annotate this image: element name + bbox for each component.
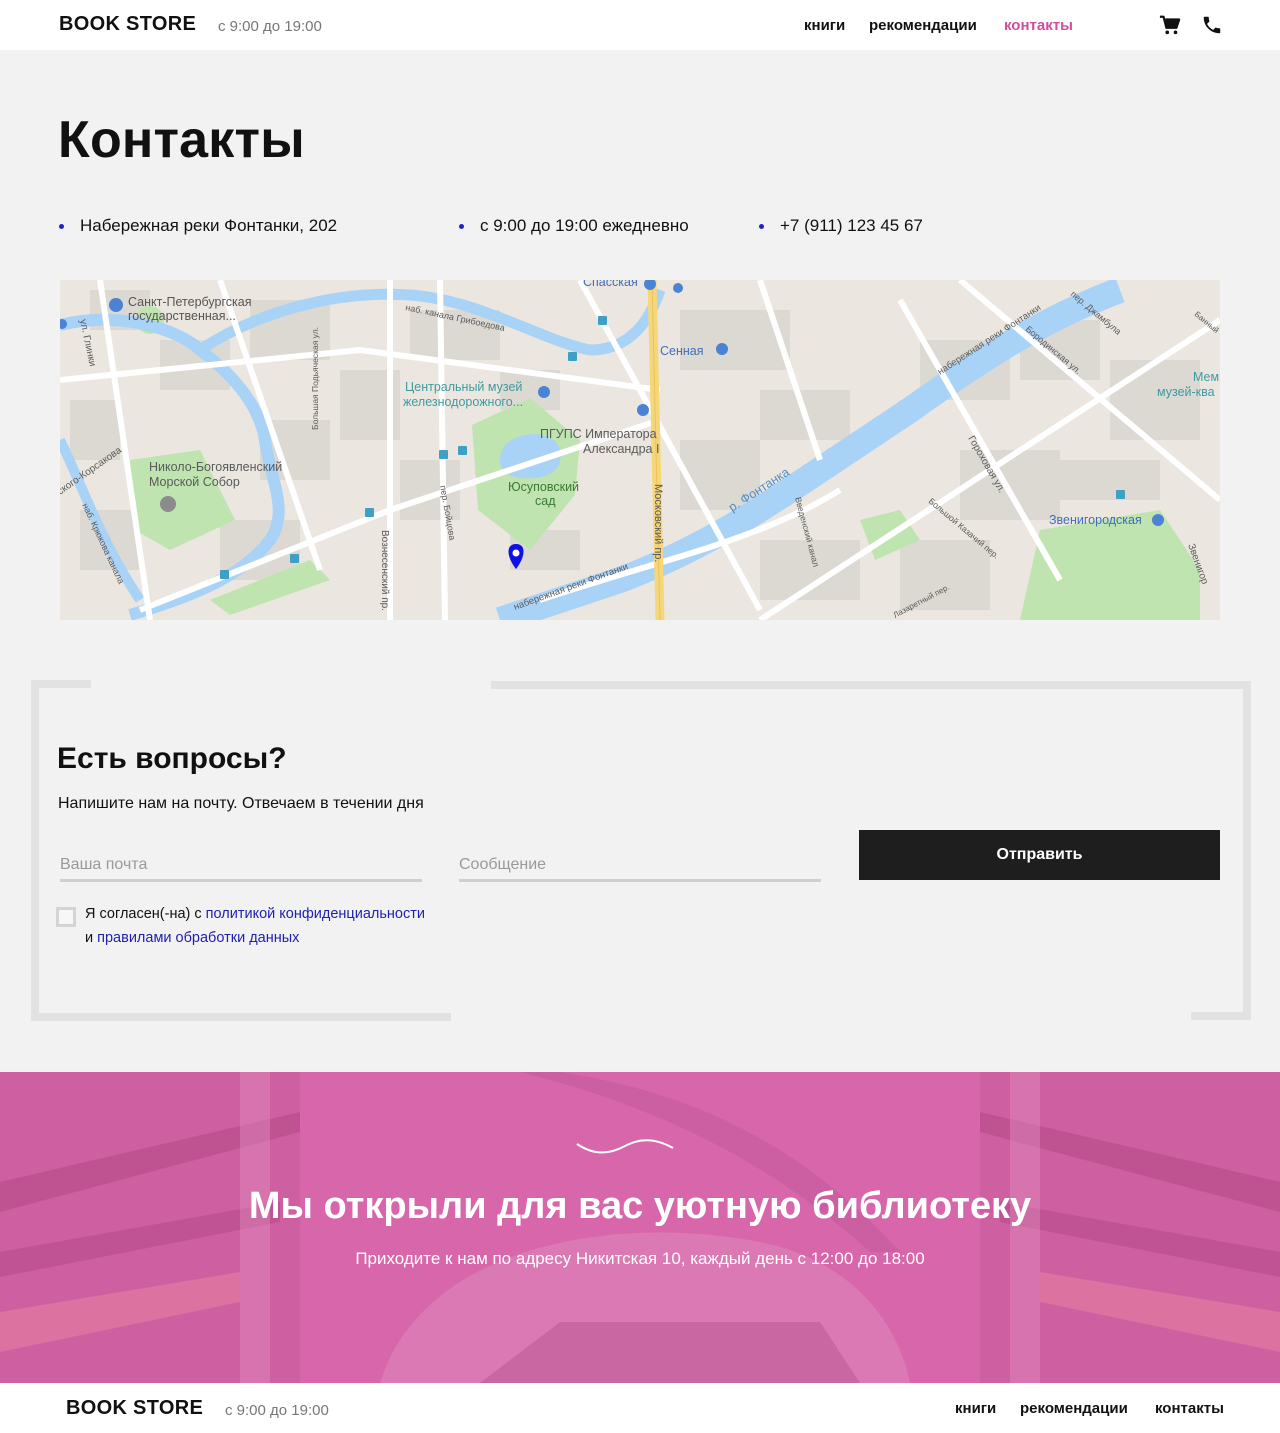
phone-icon[interactable] xyxy=(1201,14,1223,36)
submit-button[interactable]: Отправить xyxy=(859,830,1220,880)
message-field[interactable] xyxy=(459,854,821,882)
consent-line-1: Я согласен(-на) с политикой конфиденциал… xyxy=(85,906,425,922)
data-rules-link[interactable]: правилами обработки данных xyxy=(97,930,299,946)
banner-subtitle: Приходите к нам по адресу Никитская 10, … xyxy=(355,1249,925,1268)
banner-title: Мы открыли для вас уютную библиотеку xyxy=(248,1185,1032,1227)
privacy-policy-link[interactable]: политикой конфиденциальности xyxy=(206,906,425,922)
map-label: ПГУПС Императора xyxy=(540,427,657,441)
map-label: Центральный музей xyxy=(405,380,522,394)
card-frame-edge xyxy=(1243,681,1251,1020)
nav-books[interactable]: книги xyxy=(804,17,845,34)
nav-recommendations[interactable]: рекомендации xyxy=(869,17,977,34)
consent-checkbox[interactable] xyxy=(56,907,76,927)
bullet-dot xyxy=(459,224,464,229)
working-hours: с 9:00 до 19:00 xyxy=(218,18,322,35)
map-label: Сенная xyxy=(660,344,704,358)
site-footer: BOOK STORE с 9:00 до 19:00 книги рекомен… xyxy=(0,1383,1280,1433)
contact-hours: с 9:00 до 19:00 ежедневно xyxy=(480,216,689,235)
cart-icon[interactable] xyxy=(1159,14,1181,36)
map-label: государственная... xyxy=(128,309,236,323)
map-label: Большая Подьяческая ул. xyxy=(310,327,320,430)
consent-line-2: и правилами обработки данных xyxy=(85,930,299,946)
map-label: музей-ква xyxy=(1157,385,1215,399)
email-field[interactable] xyxy=(60,854,422,882)
map-label: Мем xyxy=(1193,370,1219,384)
map-label: Звенигородская xyxy=(1049,513,1142,527)
questions-title: Есть вопросы? xyxy=(57,742,287,775)
contact-address: Набережная реки Фонтанки, 202 xyxy=(80,216,338,235)
nav-contacts[interactable]: контакты xyxy=(1004,17,1073,34)
map-label: железнодорожного... xyxy=(403,395,523,409)
site-header: BOOK STORE с 9:00 до 19:00 книги рекомен… xyxy=(0,0,1280,50)
logo[interactable]: BOOK STORE xyxy=(59,13,196,36)
map-label: Александра I xyxy=(583,442,659,456)
questions-subtitle: Напишите нам на почту. Отвечаем в течени… xyxy=(58,795,424,812)
footer-nav-recommendations[interactable]: рекомендации xyxy=(1020,1400,1128,1417)
card-frame-edge xyxy=(491,681,1251,689)
map-label: Московский пр. xyxy=(652,484,664,562)
map-label: сад xyxy=(535,494,556,508)
wave-divider-icon xyxy=(576,1139,674,1154)
footer-nav-books[interactable]: книги xyxy=(955,1400,996,1417)
contact-phone[interactable]: +7 (911) 123 45 67 xyxy=(780,216,923,236)
consent-text: Я согласен(-на) с xyxy=(85,906,206,922)
map-label: Юсуповский xyxy=(508,480,579,494)
card-frame-edge xyxy=(31,1013,451,1021)
bullet-dot xyxy=(759,224,764,229)
card-frame-edge xyxy=(1191,1012,1251,1020)
footer-working-hours: с 9:00 до 19:00 xyxy=(225,1402,329,1419)
map-label: Николо-Богоявленский xyxy=(149,460,282,474)
footer-nav-contacts[interactable]: контакты xyxy=(1155,1400,1224,1417)
card-frame-edge xyxy=(31,680,91,688)
footer-logo[interactable]: BOOK STORE xyxy=(66,1397,203,1420)
map-label: Санкт-Петербургская xyxy=(128,295,251,309)
map-label: Морской Собор xyxy=(149,475,240,489)
consent-text: и xyxy=(85,930,98,946)
location-map[interactable]: Спасская Санкт-Петербургская государстве… xyxy=(60,280,1220,620)
bullet-dot xyxy=(59,224,64,229)
card-frame-edge xyxy=(31,680,39,1021)
page-title: Контакты xyxy=(58,111,305,169)
map-label: Спасская xyxy=(583,280,638,289)
map-label: Вознесенский пр. xyxy=(379,530,390,611)
map-canvas: Спасская Санкт-Петербургская государстве… xyxy=(60,280,1220,620)
